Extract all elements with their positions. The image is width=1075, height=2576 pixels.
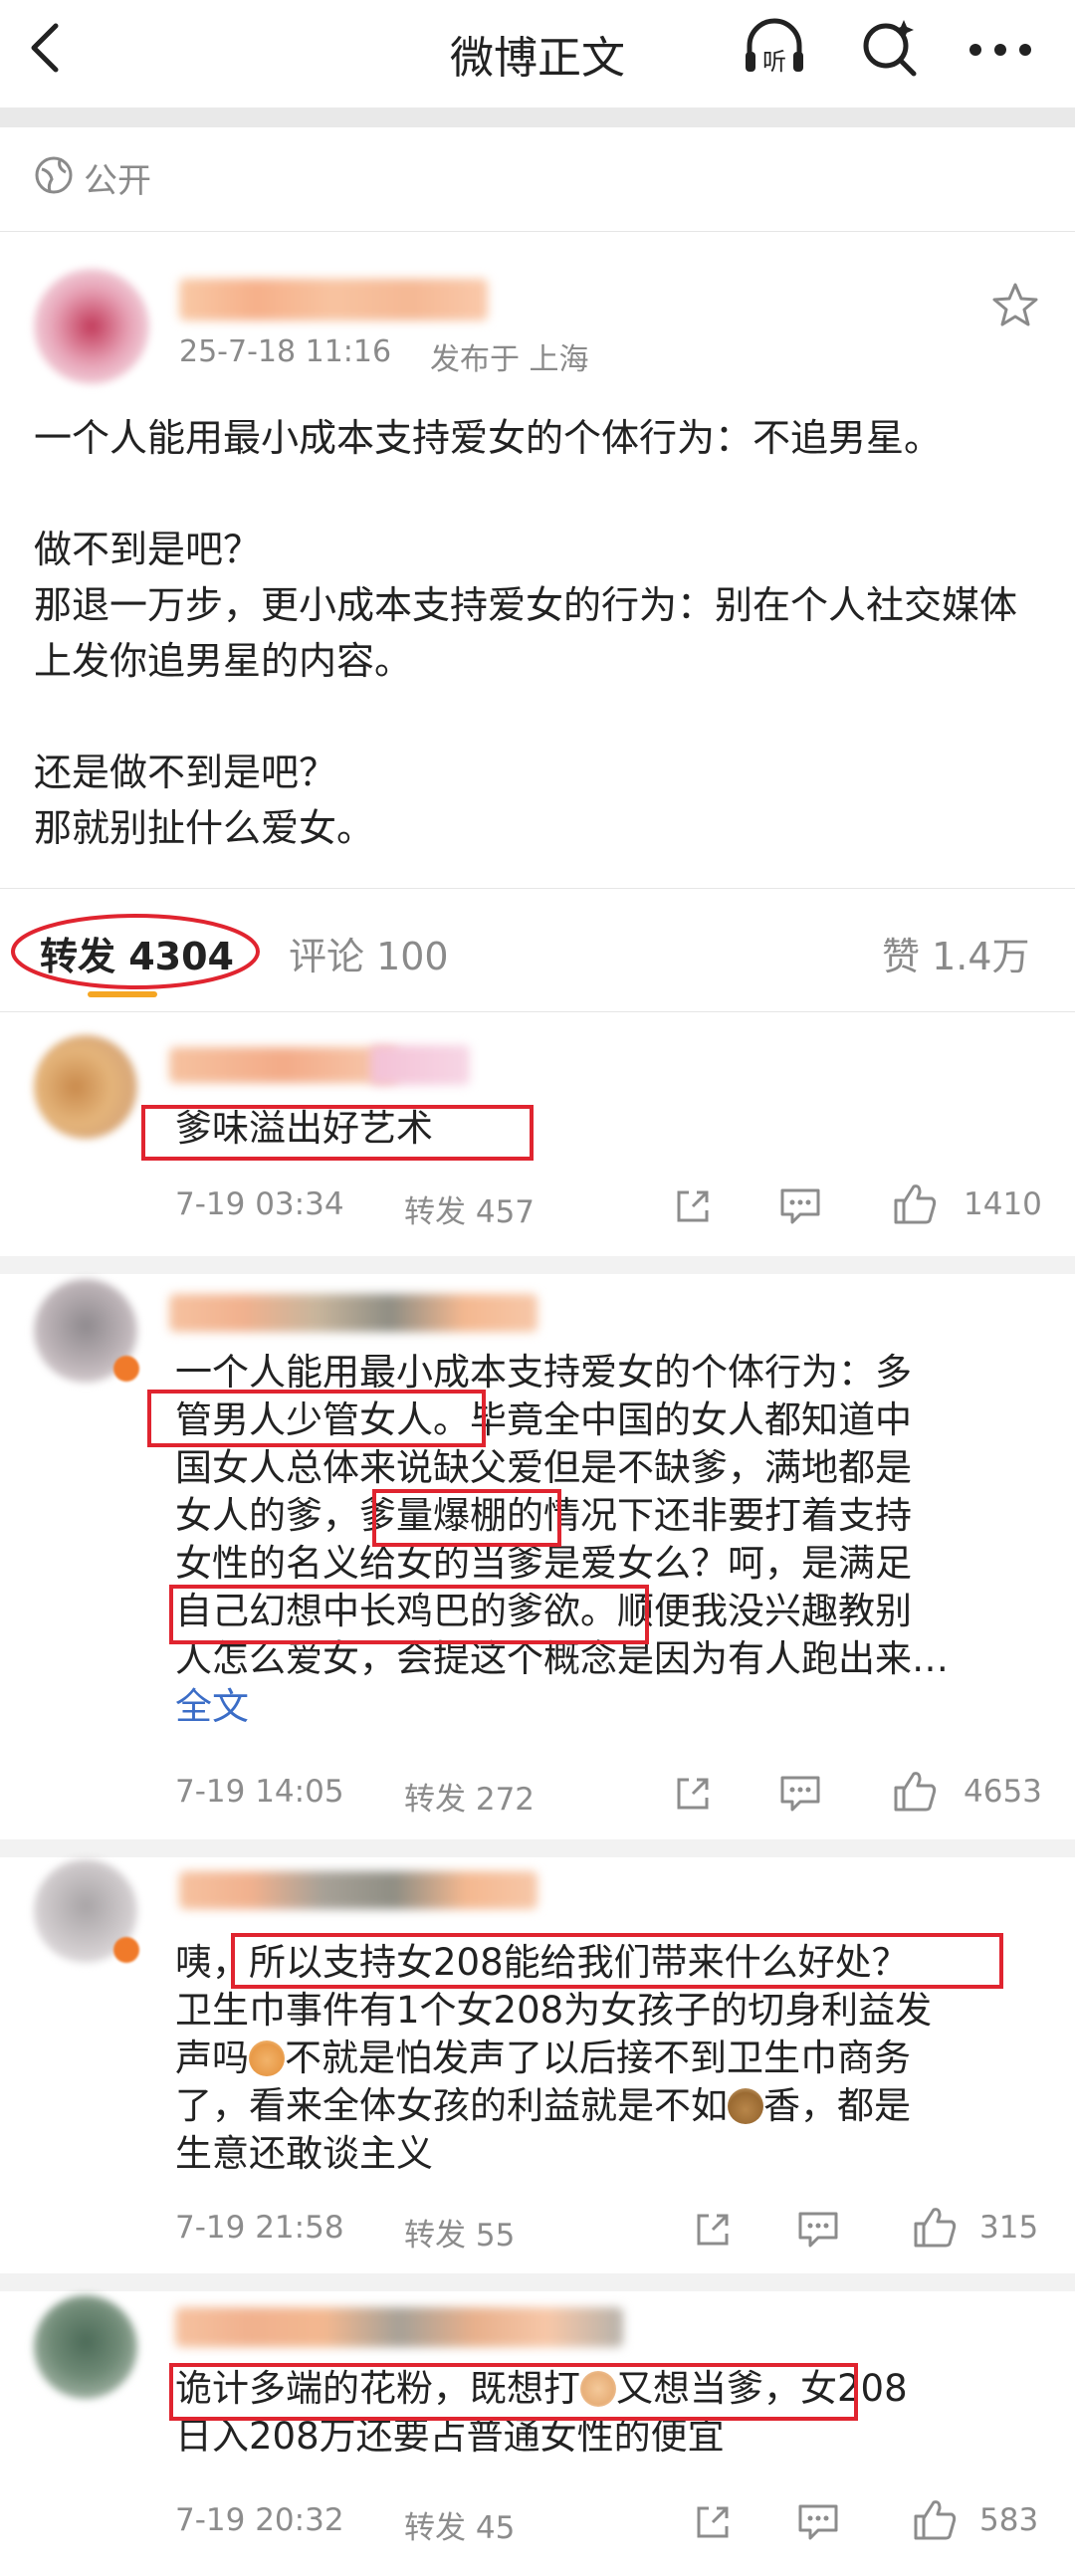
like-count: 583 — [979, 2502, 1039, 2538]
comment-icon[interactable] — [796, 2502, 840, 2542]
author-name-blurred[interactable] — [179, 279, 488, 321]
top-nav-bar: 微博正文 听 — [0, 0, 1075, 100]
repost-line: 生意还敢谈主义 — [175, 2132, 433, 2175]
highlight-box — [169, 2363, 858, 2421]
highlight-box — [141, 1105, 534, 1161]
repost-tab-circle — [11, 914, 260, 989]
divider — [0, 1839, 1075, 1857]
repost-avatar[interactable] — [34, 2295, 137, 2399]
repost-count: 转发 45 — [404, 2510, 516, 2546]
repost-date: 7-19 03:34 — [175, 1186, 344, 1222]
post-paragraph: 那退一万步，更小成本支持爱女的行为：别在个人社交媒体上发你追男星的内容。 — [34, 583, 1018, 683]
repost-username-blurred[interactable] — [169, 1294, 538, 1332]
divider — [0, 888, 1075, 889]
tab-underline — [88, 991, 157, 997]
repost-line: 了，看来全体女孩的利益就是不如 香，都是 — [175, 2082, 1041, 2130]
like-icon[interactable] — [892, 1181, 938, 1226]
money-bag-emoji — [728, 2088, 763, 2124]
vip-badge — [113, 1356, 139, 1382]
highlight-box — [231, 1933, 1003, 1989]
post-body: 一个人能用最小成本支持爱女的个体行为：不追男星。 做不到是吧？ 那退一万步，更小… — [34, 410, 1039, 856]
author-avatar[interactable] — [34, 269, 149, 384]
share-icon[interactable] — [693, 2502, 733, 2542]
repost-line: 女人的爹，爹量爆棚的情况下还非要打着支持 — [175, 1494, 912, 1537]
listen-icon[interactable]: 听 — [742, 18, 807, 78]
repost-date: 7-19 20:32 — [175, 2502, 344, 2538]
like-count: 4653 — [964, 1774, 1042, 1810]
tab-likes[interactable]: 赞 1.4万 — [882, 926, 1030, 980]
star-icon[interactable] — [991, 281, 1039, 328]
post-paragraph: 还是做不到是吧？ — [34, 751, 337, 794]
repost-line: 卫生巾事件有1个女208为女孩子的切身利益发 — [175, 1989, 933, 2032]
post-location: 发布于 上海 — [430, 342, 589, 377]
dog-emoji — [249, 2040, 285, 2076]
repost-line: 声吗 不就是怕发声了以后接不到卫生巾商务 — [175, 2035, 1041, 2082]
nav-shadow-band — [0, 107, 1075, 127]
full-text-link[interactable]: 全文 — [175, 1683, 1041, 1731]
like-count: 1410 — [964, 1186, 1042, 1222]
more-icon[interactable] — [966, 40, 1035, 60]
repost-date: 7-19 14:05 — [175, 1774, 344, 1810]
like-icon[interactable] — [912, 2204, 958, 2250]
share-icon[interactable] — [673, 1774, 713, 1814]
vip-badge — [113, 1937, 139, 1963]
repost-username-blurred[interactable] — [179, 1871, 538, 1909]
repost-badge-blurred — [370, 1045, 470, 1085]
line-text: 香，都是 — [763, 2084, 911, 2127]
divider — [0, 1011, 1075, 1012]
comment-icon[interactable] — [796, 2210, 840, 2250]
line-text: 了，看来全体女孩的利益就是不如 — [175, 2084, 728, 2127]
divider — [0, 231, 1075, 232]
repost-date: 7-19 21:58 — [175, 2210, 344, 2246]
highlight-box — [147, 1390, 486, 1447]
repost-username-blurred[interactable] — [169, 1047, 398, 1083]
repost-line: 女性的名义给女的当爹是爱女么？呵，是满足 — [175, 1542, 912, 1585]
repost-count: 转发 272 — [404, 1782, 536, 1818]
highlight-box — [169, 1585, 649, 1644]
visibility-label: 公开 — [84, 161, 151, 201]
comment-icon[interactable] — [778, 1186, 822, 1226]
globe-icon — [35, 156, 73, 194]
like-icon[interactable] — [912, 2496, 958, 2542]
repost-count: 转发 457 — [404, 1194, 536, 1230]
post-paragraph: 那就别扯什么爱女。 — [34, 806, 375, 850]
highlight-box — [372, 1489, 561, 1547]
post-paragraph — [34, 689, 1039, 745]
share-icon[interactable] — [693, 2210, 733, 2250]
repost-username-blurred[interactable] — [175, 2307, 623, 2347]
search-icon[interactable] — [858, 16, 922, 80]
tab-comment[interactable]: 评论 100 — [289, 926, 449, 980]
post-paragraph: 一个人能用最小成本支持爱女的个体行为：不追男星。 — [34, 416, 943, 460]
post-paragraph: 做不到是吧？ — [34, 528, 262, 571]
post-timestamp: 25-7-18 11:16 — [179, 334, 392, 369]
comment-icon[interactable] — [778, 1774, 822, 1814]
divider — [0, 1256, 1075, 1274]
like-count: 315 — [979, 2210, 1039, 2246]
line-text: 声吗 — [175, 2037, 249, 2079]
svg-text:听: 听 — [762, 48, 786, 76]
repost-count: 转发 55 — [404, 2218, 516, 2254]
repost-avatar[interactable] — [34, 1035, 137, 1139]
post-paragraph — [34, 466, 1039, 522]
like-icon[interactable] — [892, 1768, 938, 1814]
line-text: 不就是怕发声了以后接不到卫生巾商务 — [285, 2037, 911, 2079]
divider — [0, 2273, 1075, 2291]
repost-line: 国女人总体来说缺父爱但是不缺爹，满地都是 — [175, 1446, 912, 1489]
share-icon[interactable] — [673, 1186, 713, 1226]
